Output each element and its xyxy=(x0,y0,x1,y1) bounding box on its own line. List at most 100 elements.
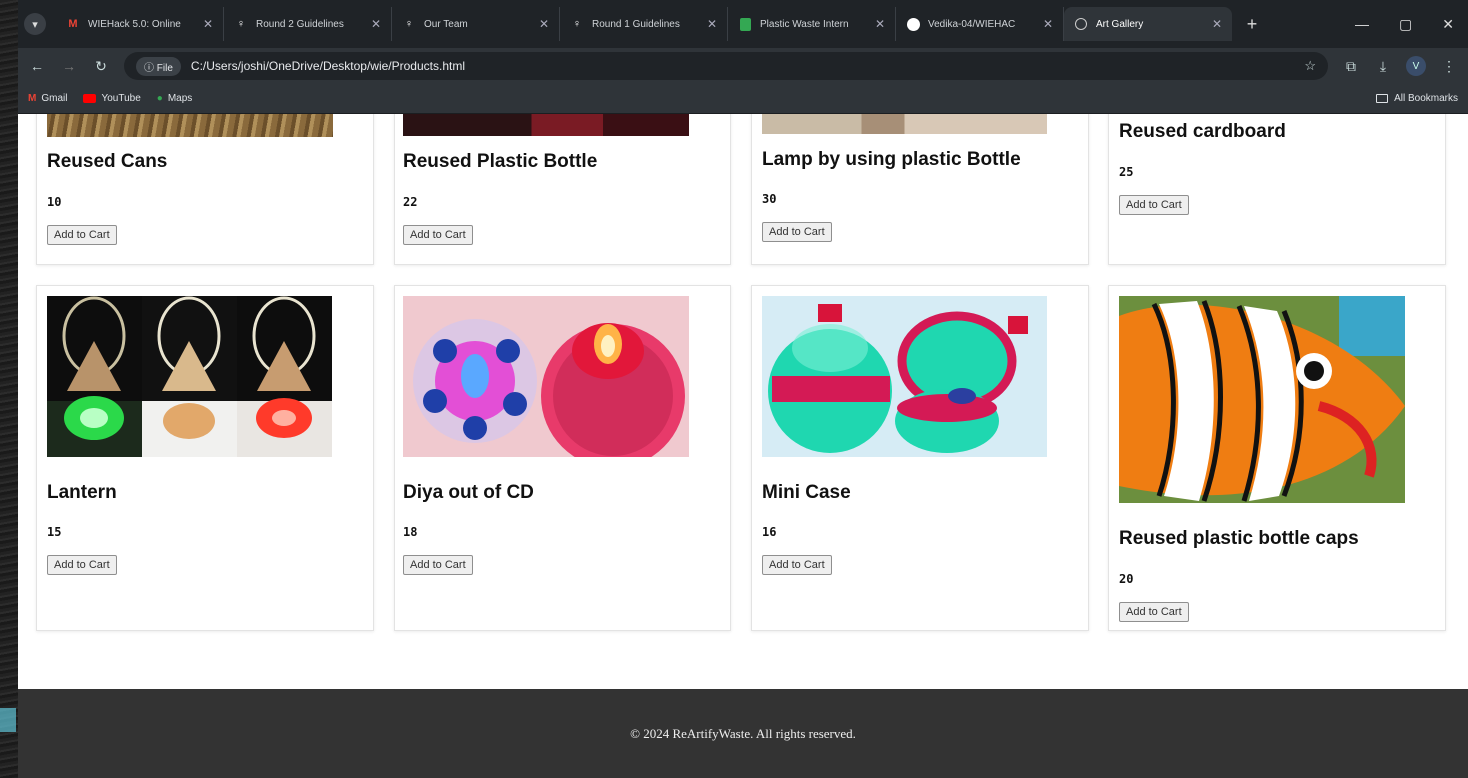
add-to-cart-button[interactable]: Add to Cart xyxy=(1119,195,1189,215)
diya-illustration xyxy=(413,319,685,457)
bookmark-label: YouTube xyxy=(101,93,141,104)
lantern-illustration xyxy=(47,296,332,457)
product-card: Reused plastic bottle caps 20 Add to Car… xyxy=(1108,285,1446,631)
close-icon[interactable]: ✕ xyxy=(875,17,885,31)
forward-icon[interactable]: → xyxy=(60,58,78,74)
add-to-cart-button[interactable]: Add to Cart xyxy=(47,555,117,575)
add-to-cart-button[interactable]: Add to Cart xyxy=(47,225,117,245)
product-price: 30 xyxy=(762,192,777,206)
minimize-icon[interactable]: — xyxy=(1355,16,1369,33)
reload-icon[interactable]: ↻ xyxy=(92,58,110,75)
tab-our-team[interactable]: ♀ Our Team ✕ xyxy=(392,7,560,41)
close-icon[interactable]: ✕ xyxy=(203,17,213,31)
back-icon[interactable]: ← xyxy=(28,58,46,74)
bookmarks-bar: M Gmail YouTube ● Maps All Bookmarks xyxy=(18,84,1468,114)
close-icon[interactable]: ✕ xyxy=(539,17,549,31)
add-to-cart-button[interactable]: Add to Cart xyxy=(1119,602,1189,622)
tab-search-button[interactable]: ▾ xyxy=(24,13,46,35)
all-bookmarks-button[interactable]: All Bookmarks xyxy=(1376,93,1458,104)
product-name: Diya out of CD xyxy=(403,482,534,503)
file-chip-label: File xyxy=(156,62,173,74)
add-to-cart-button[interactable]: Add to Cart xyxy=(403,555,473,575)
bookmark-label: Gmail xyxy=(41,93,68,104)
close-icon[interactable]: ✕ xyxy=(707,17,717,31)
extensions-icon[interactable]: ⧉ xyxy=(1342,58,1360,75)
window-controls: — ▢ ✕ xyxy=(1355,16,1468,33)
product-name: Reused Plastic Bottle xyxy=(403,151,598,172)
product-card: Reused Cans 10 Add to Cart xyxy=(36,114,374,265)
tab-title: WIEHack 5.0: Online xyxy=(88,18,181,30)
page-content: Reused Cans 10 Add to Cart Reused Plasti… xyxy=(18,114,1468,778)
product-card: Lantern 15 Add to Cart xyxy=(36,285,374,631)
profile-avatar[interactable]: V xyxy=(1406,56,1426,76)
all-bookmarks-label: All Bookmarks xyxy=(1394,93,1458,104)
product-image xyxy=(1119,296,1405,503)
product-price: 15 xyxy=(47,525,62,539)
tab-title: Round 2 Guidelines xyxy=(256,18,344,30)
product-price: 20 xyxy=(1119,572,1134,586)
folder-icon xyxy=(1376,94,1389,103)
product-image xyxy=(762,114,1047,134)
site-info-chip[interactable]: ⓘ File xyxy=(136,56,181,76)
product-name: Reused Cans xyxy=(47,151,168,172)
product-price: 25 xyxy=(1119,165,1134,179)
address-bar[interactable]: ⓘ File C:/Users/joshi/OneDrive/Desktop/w… xyxy=(124,52,1328,80)
new-tab-button[interactable]: + xyxy=(1240,14,1264,35)
tab-title: Plastic Waste Intern xyxy=(760,18,849,30)
add-to-cart-button[interactable]: Add to Cart xyxy=(762,555,832,575)
tab-round1[interactable]: ♀ Round 1 Guidelines ✕ xyxy=(560,7,728,41)
product-image xyxy=(403,296,689,457)
sheet-icon xyxy=(738,17,752,31)
product-image xyxy=(47,114,333,137)
tab-plastic-waste[interactable]: Plastic Waste Intern ✕ xyxy=(728,7,896,41)
restore-icon[interactable]: ▢ xyxy=(1399,16,1412,33)
close-icon[interactable]: ✕ xyxy=(371,17,381,31)
background-accent xyxy=(0,708,16,732)
tab-title: Vedika-04/WIEHAC xyxy=(928,18,1016,30)
tab-title: Art Gallery xyxy=(1096,18,1144,30)
bookmark-maps[interactable]: ● Maps xyxy=(157,93,193,104)
add-to-cart-button[interactable]: Add to Cart xyxy=(403,225,473,245)
product-price: 16 xyxy=(762,525,777,539)
mini-case-illustration xyxy=(768,304,1028,453)
product-name: Lamp by using plastic Bottle xyxy=(762,149,1021,170)
download-icon[interactable]: ⤓ xyxy=(1374,58,1392,75)
toolbar: ← → ↻ ⓘ File C:/Users/joshi/OneDrive/Des… xyxy=(18,48,1468,84)
bookmark-star-icon[interactable]: ☆ xyxy=(1304,58,1316,74)
globe-icon xyxy=(1074,17,1088,31)
product-card: Lamp by using plastic Bottle 30 Add to C… xyxy=(751,114,1089,265)
close-icon[interactable]: ✕ xyxy=(1043,17,1053,31)
product-image xyxy=(403,114,689,136)
url-text[interactable]: C:/Users/joshi/OneDrive/Desktop/wie/Prod… xyxy=(191,59,465,73)
tab-strip: ▾ M WIEHack 5.0: Online ✕ ♀ Round 2 Guid… xyxy=(18,0,1468,48)
menu-icon[interactable]: ⋮ xyxy=(1440,58,1458,75)
browser-window: ▾ M WIEHack 5.0: Online ✕ ♀ Round 2 Guid… xyxy=(18,0,1468,778)
product-image xyxy=(762,296,1047,457)
background-edge-left xyxy=(0,0,18,778)
devfolio-icon: ♀ xyxy=(404,18,414,30)
product-card: Reused cardboard 25 Add to Cart xyxy=(1108,114,1446,265)
add-to-cart-button[interactable]: Add to Cart xyxy=(762,222,832,242)
tab-github[interactable]: Vedika-04/WIEHAC ✕ xyxy=(896,7,1064,41)
product-price: 18 xyxy=(403,525,418,539)
bookmark-gmail[interactable]: M Gmail xyxy=(28,93,67,104)
product-card: Reused Plastic Bottle 22 Add to Cart xyxy=(394,114,731,265)
fish-mural-illustration xyxy=(1119,296,1405,503)
tab-art-gallery[interactable]: Art Gallery ✕ xyxy=(1064,7,1232,41)
bookmark-youtube[interactable]: YouTube xyxy=(83,93,141,104)
github-icon xyxy=(906,17,920,31)
copyright-text: © 2024 ReArtifyWaste. All rights reserve… xyxy=(630,725,856,741)
product-price: 10 xyxy=(47,195,62,209)
gmail-icon: M xyxy=(28,93,37,104)
product-image xyxy=(47,296,332,457)
tab-title: Our Team xyxy=(424,18,468,30)
product-name: Reused plastic bottle caps xyxy=(1119,528,1359,549)
bookmark-label: Maps xyxy=(167,93,193,104)
maps-icon: ● xyxy=(156,93,163,104)
tab-round2[interactable]: ♀ Round 2 Guidelines ✕ xyxy=(224,7,392,41)
gmail-icon: M xyxy=(68,18,78,30)
product-name: Lantern xyxy=(47,482,117,503)
tab-wiehack[interactable]: M WIEHack 5.0: Online ✕ xyxy=(56,7,224,41)
close-icon[interactable]: ✕ xyxy=(1212,17,1222,31)
close-window-icon[interactable]: ✕ xyxy=(1442,16,1454,33)
